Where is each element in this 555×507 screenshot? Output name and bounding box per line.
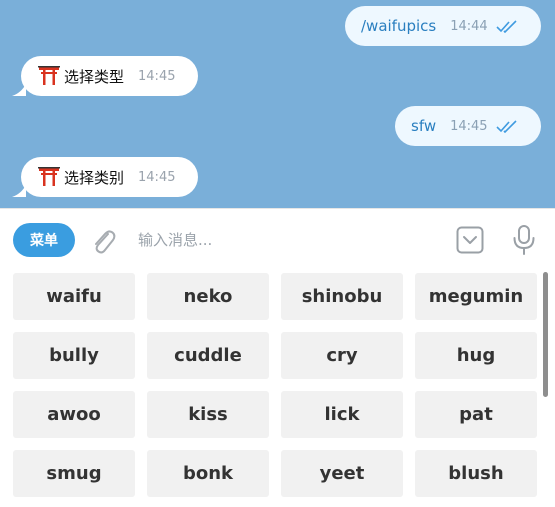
chat-area: /waifupics 14:44 选择类型 14:45 sfw 14:45 选择…: [0, 0, 555, 208]
message-composer: 菜单 输入消息...: [0, 208, 555, 266]
reply-keyboard: waifu neko shinobu megumin bully cuddle …: [0, 266, 555, 507]
keyboard-button-shinobu[interactable]: shinobu: [281, 273, 403, 320]
double-check-icon: [496, 20, 517, 33]
keyboard-scrollbar[interactable]: [543, 272, 548, 397]
message-incoming[interactable]: 选择类别 14:45: [21, 157, 198, 197]
torii-gate-icon: [38, 167, 60, 186]
keyboard-button-bully[interactable]: bully: [13, 332, 135, 379]
message-time: 14:45: [138, 169, 176, 185]
bubble-tail: [12, 84, 26, 96]
keyboard-toggle-icon[interactable]: [456, 226, 484, 254]
message-text: 选择类型: [64, 67, 125, 86]
message-input[interactable]: 输入消息...: [138, 227, 418, 253]
paperclip-icon[interactable]: [89, 226, 117, 256]
message-text: 选择类别: [64, 168, 125, 187]
message-incoming[interactable]: 选择类型 14:45: [21, 56, 198, 96]
message-time: 14:45: [138, 68, 176, 84]
keyboard-button-bonk[interactable]: bonk: [147, 450, 269, 497]
keyboard-button-awoo[interactable]: awoo: [13, 391, 135, 438]
keyboard-button-cry[interactable]: cry: [281, 332, 403, 379]
menu-button[interactable]: 菜单: [13, 223, 75, 257]
keyboard-button-hug[interactable]: hug: [415, 332, 537, 379]
double-check-icon: [496, 120, 517, 133]
message-text: sfw: [411, 117, 437, 135]
keyboard-button-smug[interactable]: smug: [13, 450, 135, 497]
keyboard-button-waifu[interactable]: waifu: [13, 273, 135, 320]
keyboard-button-kiss[interactable]: kiss: [147, 391, 269, 438]
torii-gate-icon: [38, 66, 60, 85]
bubble-tail: [12, 185, 26, 197]
message-text: /waifupics: [361, 17, 437, 35]
keyboard-button-neko[interactable]: neko: [147, 273, 269, 320]
keyboard-button-yeet[interactable]: yeet: [281, 450, 403, 497]
message-outgoing[interactable]: sfw 14:45: [395, 106, 541, 146]
keyboard-button-cuddle[interactable]: cuddle: [147, 332, 269, 379]
keyboard-button-megumin[interactable]: megumin: [415, 273, 537, 320]
keyboard-button-lick[interactable]: lick: [281, 391, 403, 438]
keyboard-button-pat[interactable]: pat: [415, 391, 537, 438]
keyboard-button-blush[interactable]: blush: [415, 450, 537, 497]
message-time: 14:45: [450, 118, 488, 134]
message-time: 14:44: [450, 18, 488, 34]
message-outgoing[interactable]: /waifupics 14:44: [345, 6, 541, 46]
microphone-icon[interactable]: [512, 224, 536, 256]
